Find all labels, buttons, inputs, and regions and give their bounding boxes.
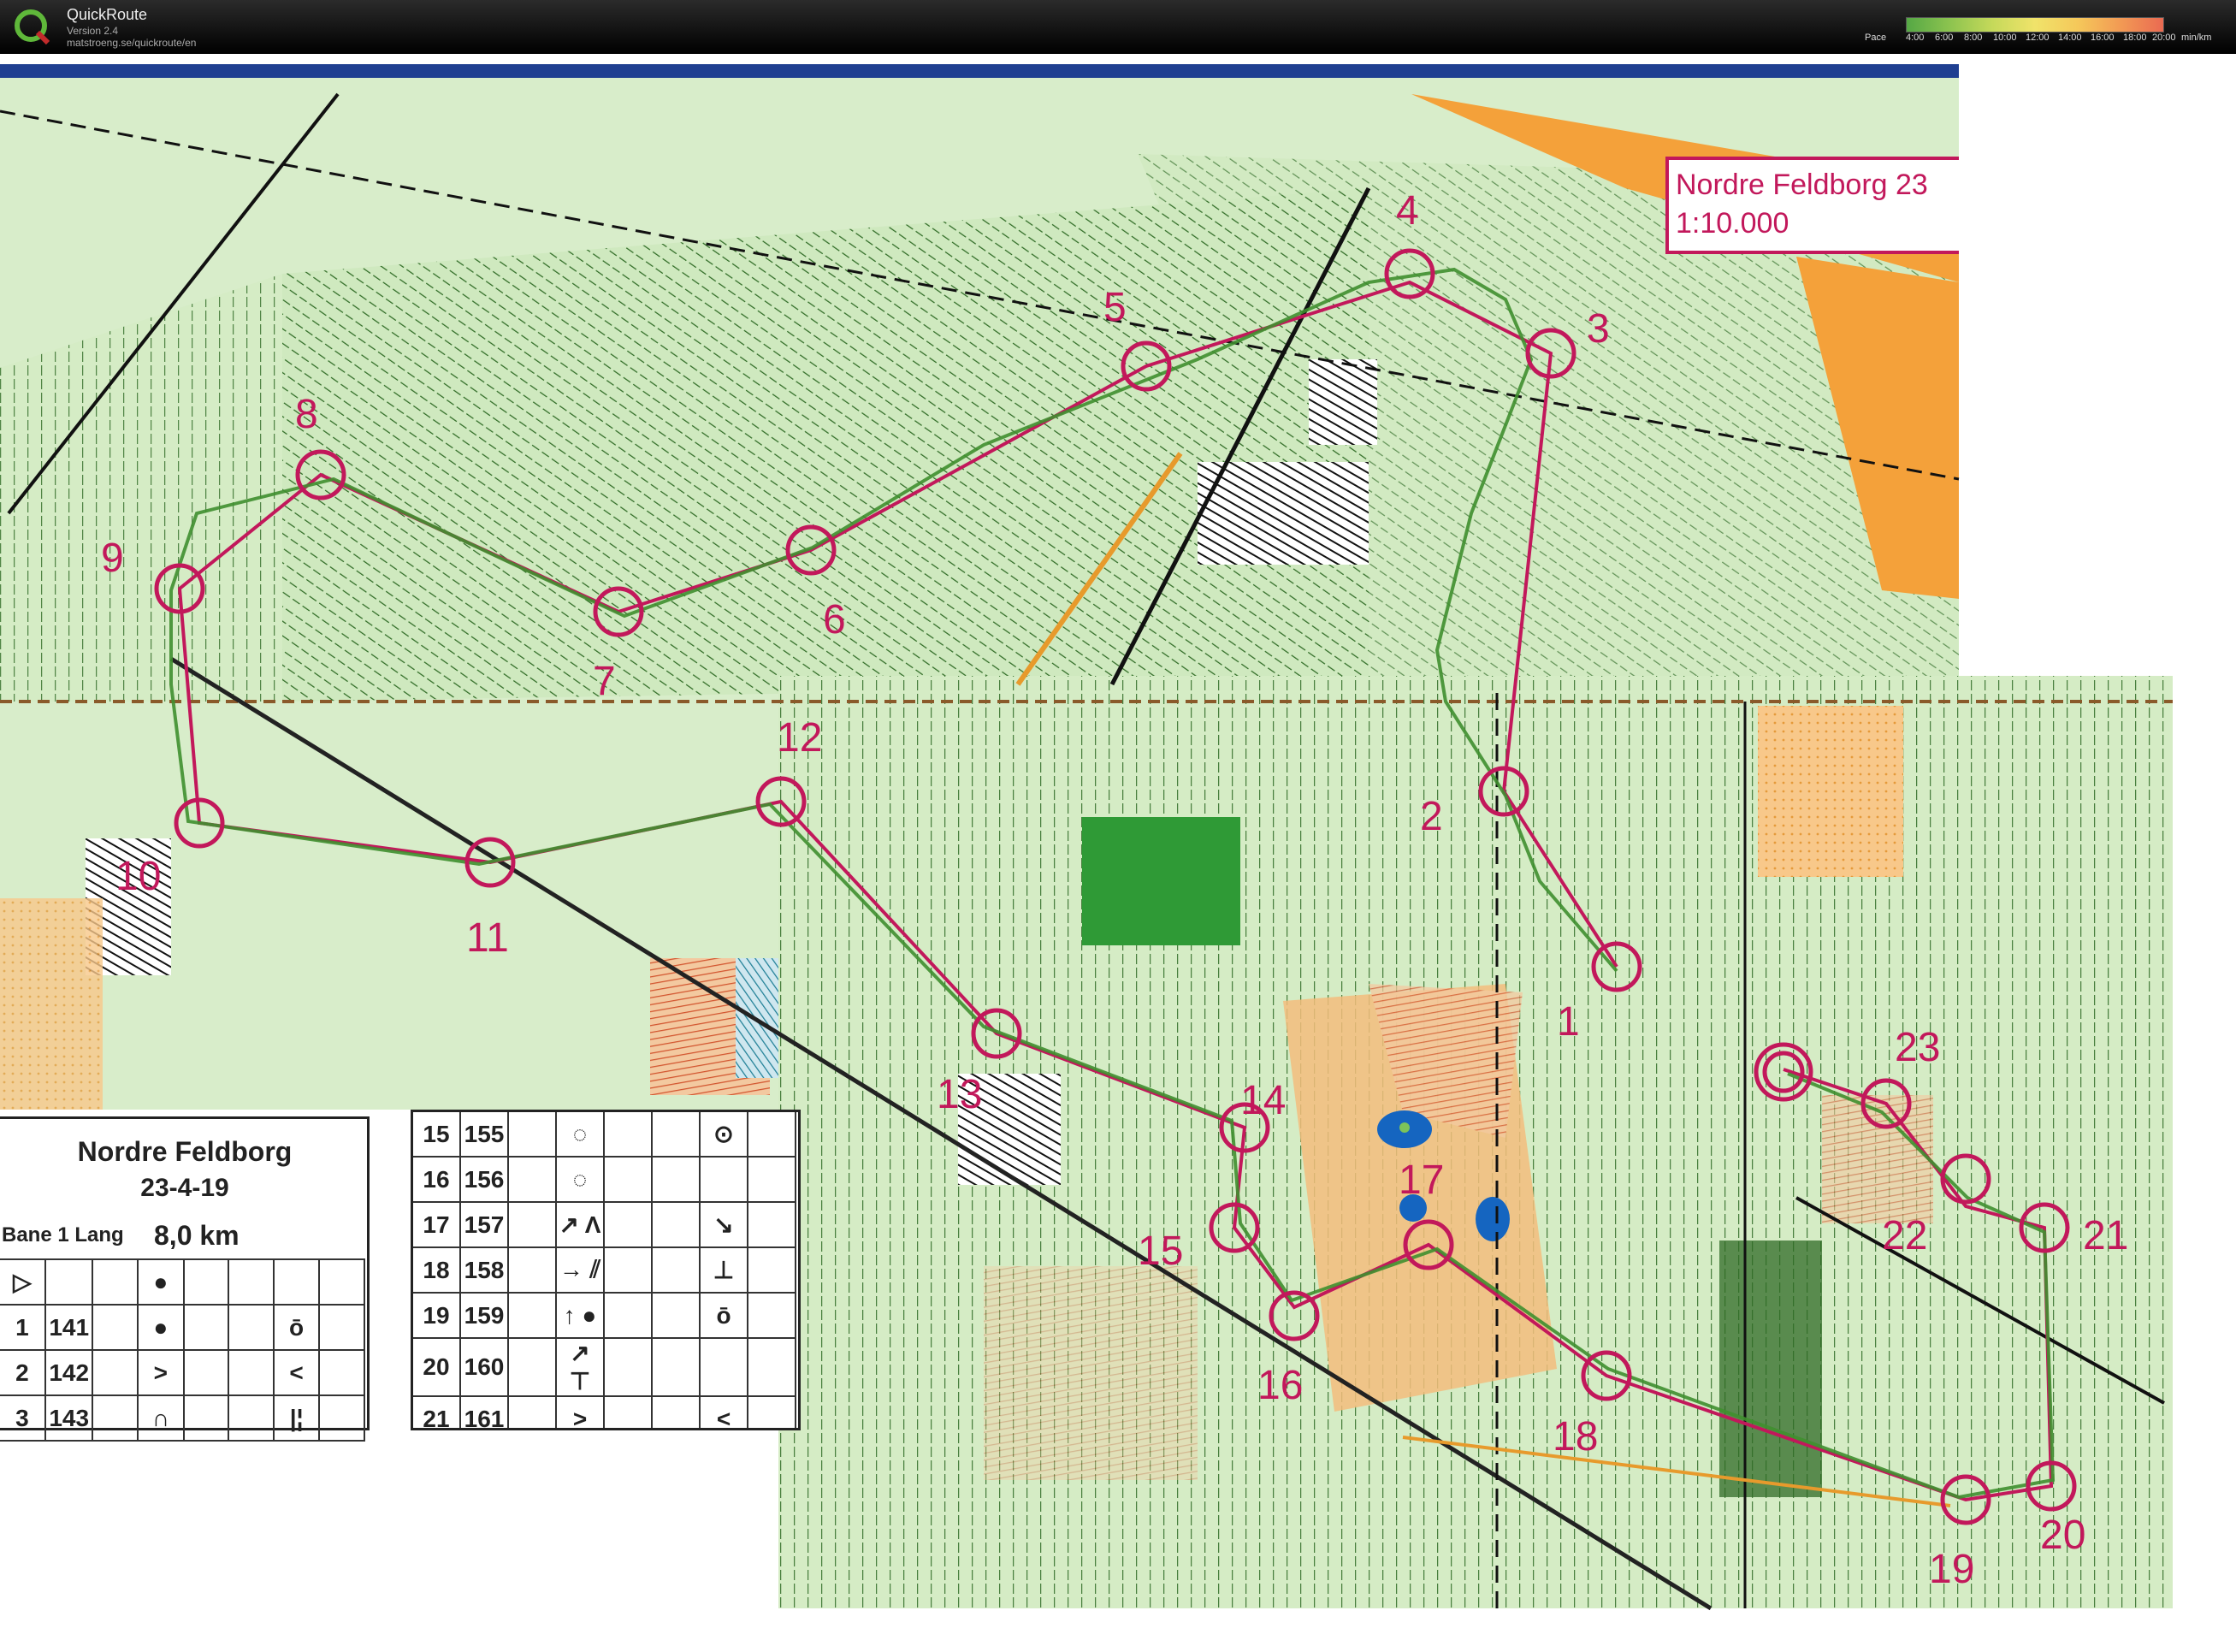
- control-code-cell: 141: [44, 1304, 94, 1351]
- location-symbol-cell: [699, 1156, 748, 1203]
- control-code-cell: 156: [459, 1156, 509, 1203]
- control-code-cell: 142: [44, 1349, 94, 1396]
- control-number: 6: [823, 597, 846, 642]
- table-row: 15 155 ◌ ⊙: [413, 1112, 796, 1158]
- feature-symbol-cell: ∩: [136, 1394, 185, 1442]
- location-symbol-cell: [699, 1337, 748, 1397]
- location-symbol-cell: ⊥: [699, 1246, 748, 1294]
- description-table-left: ▷ ● 1 141 ● ō 2 142 > < 3 143 ∩ |¦: [0, 1258, 365, 1442]
- feature-symbol-cell: ◌: [555, 1112, 605, 1158]
- control-number-cell: 2: [0, 1349, 46, 1396]
- control-code-cell: 143: [44, 1394, 94, 1442]
- control-number: 11: [466, 915, 509, 961]
- control-number: 1: [1557, 999, 1580, 1045]
- location-symbol-cell: <: [272, 1349, 321, 1396]
- location-symbol-cell: ⊙: [699, 1112, 748, 1158]
- table-row: 21 161 > <: [413, 1395, 796, 1428]
- card-date: 23-4-19: [140, 1174, 229, 1202]
- card-distance: 8,0 km: [154, 1220, 240, 1251]
- control-number: 19: [1929, 1547, 1974, 1592]
- feature-symbol-cell: ●: [136, 1304, 185, 1351]
- control-number-cell: 15: [413, 1112, 461, 1158]
- control-number-cell: 1: [0, 1304, 46, 1351]
- control-number-cell: ▷: [0, 1258, 46, 1306]
- control-number-cell: 17: [413, 1201, 461, 1248]
- control-code-cell: 158: [459, 1246, 509, 1294]
- table-row: 3 143 ∩ |¦: [0, 1394, 365, 1442]
- control-number: 14: [1240, 1078, 1286, 1123]
- control-code-cell: 157: [459, 1201, 509, 1248]
- feature-symbol-cell: ↗ ⊤: [555, 1337, 605, 1397]
- lower-map-sheet: [778, 676, 2173, 1608]
- table-row: 17 157 ↗ Λ ↘: [413, 1201, 796, 1248]
- feature-symbol-cell: >: [136, 1349, 185, 1396]
- table-row: 19 159 ↑ ● ō: [413, 1292, 796, 1339]
- description-table-right: 15 155 ◌ ⊙ 16 156 ◌ 17 157 ↗ Λ ↘ 18 158 …: [413, 1112, 796, 1428]
- feature-symbol-cell: ↗ Λ: [555, 1201, 605, 1248]
- control-code-cell: [44, 1258, 94, 1306]
- location-symbol-cell: ō: [699, 1292, 748, 1339]
- card-title: Nordre Feldborg: [77, 1136, 293, 1167]
- control-number: 8: [295, 392, 318, 437]
- feature-symbol-cell: → ⫽: [555, 1246, 605, 1294]
- map-title: Nordre Feldborg 23: [1676, 169, 1928, 201]
- control-number: 22: [1882, 1213, 1927, 1258]
- control-code-cell: 160: [459, 1337, 509, 1397]
- control-number: 17: [1399, 1158, 1444, 1203]
- control-number: 13: [937, 1072, 982, 1117]
- control-number: 9: [101, 536, 124, 581]
- location-symbol-cell: <: [699, 1395, 748, 1428]
- location-symbol-cell: [272, 1258, 321, 1306]
- control-number-cell: 21: [413, 1395, 461, 1428]
- location-symbol-cell: ō: [272, 1304, 321, 1351]
- table-row: 1 141 ● ō: [0, 1304, 365, 1351]
- location-symbol-cell: |¦: [272, 1394, 321, 1442]
- control-number: 20: [2040, 1513, 2085, 1558]
- control-number: 21: [2083, 1213, 2128, 1258]
- feature-symbol-cell: ●: [136, 1258, 185, 1306]
- table-row: 20 160 ↗ ⊤: [413, 1337, 796, 1397]
- description-right-panel: 15 155 ◌ ⊙ 16 156 ◌ 17 157 ↗ Λ ↘ 18 158 …: [411, 1110, 801, 1430]
- control-number: 4: [1396, 188, 1419, 234]
- control-number: 16: [1257, 1363, 1303, 1408]
- control-number: 18: [1553, 1414, 1598, 1460]
- control-number-cell: 20: [413, 1337, 461, 1397]
- table-row: 2 142 > <: [0, 1349, 365, 1396]
- control-number: 15: [1138, 1229, 1183, 1274]
- control-number: 10: [115, 854, 161, 899]
- control-number: 12: [777, 715, 822, 761]
- feature-symbol-cell: ↑ ●: [555, 1292, 605, 1339]
- control-number-cell: 3: [0, 1394, 46, 1442]
- table-row: 16 156 ◌: [413, 1156, 796, 1203]
- control-code-cell: 159: [459, 1292, 509, 1339]
- control-number-cell: 16: [413, 1156, 461, 1203]
- control-number: 7: [593, 659, 616, 704]
- description-left-panel: Nordre Feldborg 23-4-19 Bane 1 Lang 8,0 …: [0, 1116, 370, 1442]
- control-description-card: Nordre Feldborg 23-4-19 Bane 1 Lang 8,0 …: [0, 1110, 801, 1442]
- table-row: ▷ ●: [0, 1258, 365, 1306]
- map-border-strip: [0, 64, 1959, 78]
- control-number: 2: [1420, 794, 1443, 839]
- control-number-cell: 19: [413, 1292, 461, 1339]
- control-code-cell: 155: [459, 1112, 509, 1158]
- control-number: 23: [1895, 1025, 1940, 1070]
- control-number: 3: [1587, 306, 1610, 352]
- map-title-box: Nordre Feldborg 23 1:10.000: [1665, 157, 1959, 254]
- map-scale: 1:10.000: [1676, 207, 1789, 240]
- control-number-cell: 18: [413, 1246, 461, 1294]
- feature-symbol-cell: >: [555, 1395, 605, 1428]
- location-symbol-cell: ↘: [699, 1201, 748, 1248]
- table-row: 18 158 → ⫽ ⊥: [413, 1246, 796, 1294]
- control-number: 5: [1103, 285, 1127, 330]
- control-code-cell: 161: [459, 1395, 509, 1428]
- card-course: Bane 1 Lang: [2, 1223, 124, 1246]
- feature-symbol-cell: ◌: [555, 1156, 605, 1203]
